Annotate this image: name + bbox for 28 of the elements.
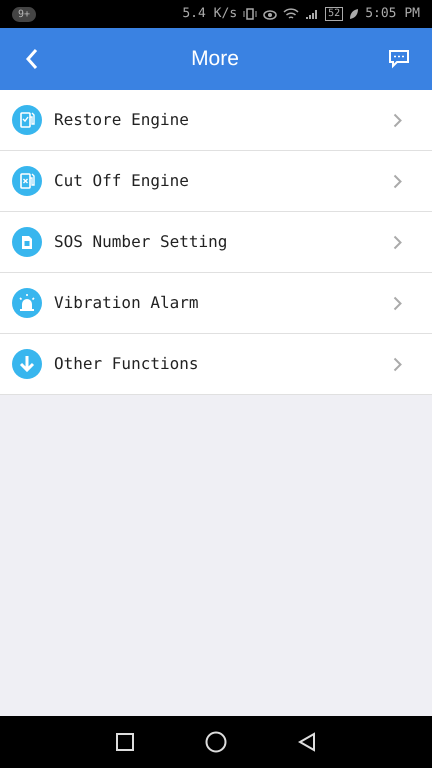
menu-label: Vibration Alarm	[54, 292, 200, 314]
chevron-icon	[393, 356, 402, 372]
clock-time: 5:05 PM	[365, 5, 420, 24]
chevron-icon	[393, 112, 402, 128]
wifi-icon	[283, 7, 300, 21]
vibrate-icon	[243, 7, 258, 21]
leaf-icon	[349, 8, 360, 20]
chevron-icon	[393, 234, 402, 250]
chevron-icon	[393, 296, 402, 310]
siren-icon	[12, 288, 42, 318]
fuel-pump-icon	[12, 166, 42, 196]
menu-label: SOS Number Setting	[54, 231, 228, 253]
fuel-pump-icon	[12, 105, 42, 135]
notification-badge: 9+	[12, 6, 36, 22]
page-title: More	[190, 46, 240, 72]
network-speed: 5.4 K/s	[182, 5, 238, 24]
back-icon	[25, 48, 39, 70]
sim-card-icon	[12, 227, 42, 257]
menu-label: Cut Off Engine	[54, 170, 190, 192]
recent-apps-icon[interactable]	[116, 733, 134, 751]
chat-icon	[388, 49, 410, 69]
back-nav-icon[interactable]	[298, 732, 316, 752]
menu-label: Restore Engine	[54, 109, 190, 131]
home-icon[interactable]	[204, 731, 227, 753]
chevron-icon	[393, 174, 402, 188]
battery-level: 52	[325, 7, 344, 21]
signal-icon	[305, 7, 320, 21]
menu-label: Other Functions	[54, 353, 200, 375]
